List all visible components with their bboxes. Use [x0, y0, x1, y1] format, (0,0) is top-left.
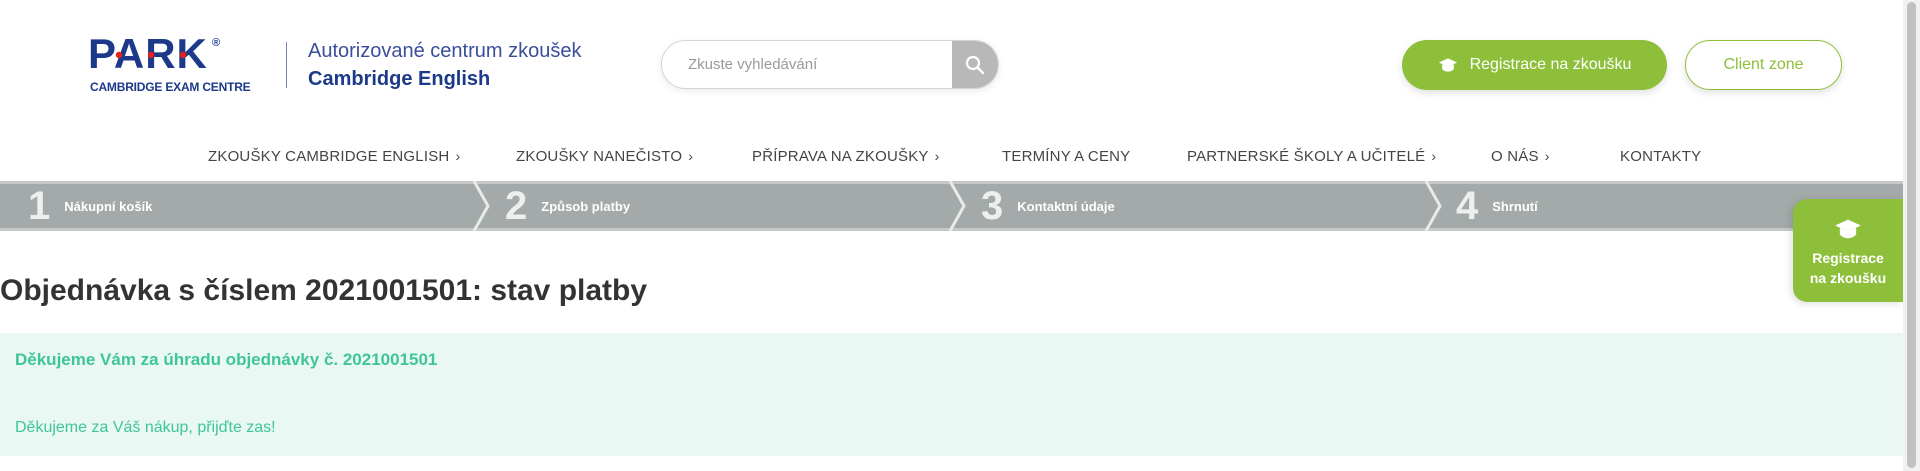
chevron-right-icon: › [688, 148, 694, 164]
nav-item-partner-schools[interactable]: PARTNERSKÉ ŠKOLY A UČITELÉ › [1187, 148, 1436, 165]
payment-success-message: Děkujeme Vám za úhradu objednávky č. 202… [0, 333, 1903, 456]
header-tagline-brand: Cambridge English [308, 68, 491, 90]
search-button[interactable] [952, 41, 998, 88]
step-label: Shrnutí [1492, 198, 1538, 214]
nav-item-label: PŘÍPRAVA NA ZKOUŠKY [752, 148, 929, 165]
step-label: Nákupní košík [64, 198, 153, 214]
nav-item-label: O NÁS [1491, 148, 1539, 165]
client-zone-button[interactable]: Client zone [1685, 40, 1842, 90]
step-contact-details: 3 Kontaktní údaje [981, 184, 1115, 228]
logo-registered-mark: ® [212, 37, 221, 49]
page-title: Objednávka s číslem 2021001501: stav pla… [0, 274, 648, 307]
step-label: Kontaktní údaje [1017, 198, 1115, 214]
success-text: Děkujeme za Váš nákup, přijďte zas! [15, 419, 276, 436]
floating-register-line-2: na zkoušku [1809, 270, 1887, 286]
chevron-right-icon: › [455, 148, 461, 164]
register-exam-button[interactable]: Registrace na zkoušku [1402, 40, 1667, 90]
nav-item-label: ZKOUŠKY NANEČISTO [516, 148, 683, 165]
graduation-cap-icon [1438, 58, 1457, 72]
register-exam-label: Registrace na zkoušku [1469, 56, 1632, 73]
nav-item-cambridge-english[interactable]: ZKOUŠKY CAMBRIDGE ENGLISH › [208, 148, 460, 165]
chevron-right-icon: › [1544, 148, 1550, 164]
step-number: 2 [505, 183, 528, 228]
step-payment-method: 2 Způsob platby [505, 184, 630, 228]
nav-item-label: KONTAKTY [1620, 148, 1702, 165]
header-tagline: Autorizované centrum zkoušek [308, 40, 582, 62]
page-scrollbar[interactable] [1903, 0, 1920, 471]
nav-item-label: PARTNERSKÉ ŠKOLY A UČITELÉ [1187, 148, 1426, 165]
checkout-steps: 1 Nákupní košík 2 Způsob platby 3 Kontak… [0, 181, 1903, 231]
nav-item-mock-exams[interactable]: ZKOUŠKY NANEČISTO › [516, 148, 693, 165]
logo-subtitle: CAMBRIDGE EXAM CENTRE [90, 80, 251, 94]
floating-register-line-1: Registrace [1812, 250, 1884, 266]
chevron-right-icon: › [1431, 148, 1437, 164]
nav-item-label: ZKOUŠKY CAMBRIDGE ENGLISH [208, 148, 450, 165]
park-logo[interactable]: PARK ® CAMBRIDGE EXAM CENTRE [88, 33, 251, 95]
nav-item-contacts[interactable]: KONTAKTY [1620, 148, 1701, 165]
search-icon [965, 55, 985, 74]
nav-item-about-us[interactable]: O NÁS › [1491, 148, 1550, 165]
step-separator-icon [1424, 181, 1442, 231]
nav-item-label: TERMÍNY A CENY [1002, 148, 1131, 165]
step-number: 4 [1456, 183, 1479, 228]
step-number: 1 [28, 183, 51, 228]
success-title: Děkujeme Vám za úhradu objednávky č. 202… [15, 350, 438, 369]
search-box [661, 40, 999, 89]
logo-dots [115, 51, 187, 59]
client-zone-label: Client zone [1723, 56, 1804, 73]
nav-item-dates-prices[interactable]: TERMÍNY A CENY [1002, 148, 1130, 165]
step-separator-icon [948, 181, 966, 231]
search-input[interactable] [688, 41, 948, 88]
graduation-cap-icon [1835, 219, 1861, 239]
step-separator-icon [472, 181, 490, 231]
step-label: Způsob platby [541, 198, 631, 214]
step-summary: 4 Shrnutí [1456, 184, 1538, 228]
floating-register-tab[interactable]: Registrace na zkoušku [1793, 199, 1903, 302]
floating-register-label: Registrace na zkoušku [1810, 248, 1886, 288]
step-number: 3 [981, 183, 1004, 228]
header-divider [286, 42, 287, 88]
step-cart: 1 Nákupní košík [28, 184, 152, 228]
nav-item-exam-preparation[interactable]: PŘÍPRAVA NA ZKOUŠKY › [752, 148, 940, 165]
chevron-right-icon: › [934, 148, 940, 164]
scrollbar-thumb[interactable] [1907, 2, 1916, 468]
